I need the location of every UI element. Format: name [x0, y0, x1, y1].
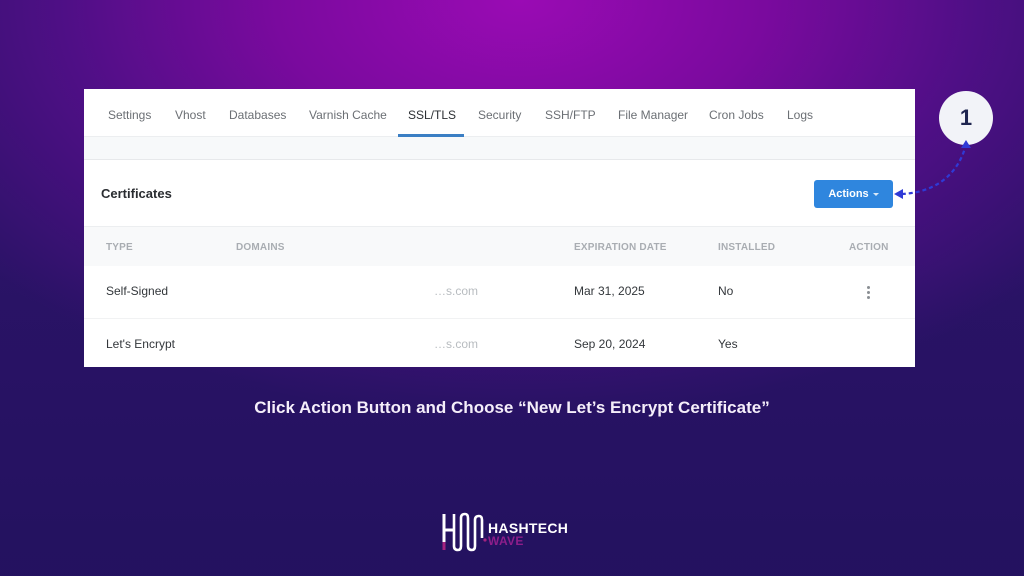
brand-logo: HASHTECH WAVE: [440, 508, 600, 554]
tab-ssl-tls[interactable]: SSL/TLS: [408, 108, 456, 122]
arrow-tail-head: [961, 140, 971, 148]
tab-cron-jobs[interactable]: Cron Jobs: [709, 108, 764, 122]
cell-expiration: Mar 31, 2025: [574, 284, 645, 298]
tab-ssh-ftp[interactable]: SSH/FTP: [545, 108, 596, 122]
cell-installed: Yes: [718, 337, 738, 351]
section-title: Certificates: [101, 186, 172, 201]
cell-expiration: Sep 20, 2024: [574, 337, 646, 351]
step-number-badge: 1: [939, 91, 993, 145]
tab-varnish-cache[interactable]: Varnish Cache: [309, 108, 387, 122]
tab-databases[interactable]: Databases: [229, 108, 286, 122]
cell-domain: …s.com: [434, 284, 479, 298]
table-row: Let's Encrypt …s.com Sep 20, 2024 Yes: [84, 318, 915, 367]
divider-band: [84, 137, 915, 160]
wave-logo-icon: [442, 512, 487, 552]
instruction-caption: Click Action Button and Choose “New Let’…: [254, 398, 770, 417]
table-row: Self-Signed …s.com Mar 31, 2025 No: [84, 266, 915, 318]
column-header-type[interactable]: TYPE: [106, 242, 133, 253]
brand-line1: HASHTECH: [488, 520, 569, 536]
column-header-action: ACTION: [849, 242, 889, 253]
tab-vhost[interactable]: Vhost: [175, 108, 206, 122]
tab-file-manager[interactable]: File Manager: [618, 108, 688, 122]
caret-down-icon: [872, 193, 879, 196]
actions-button-label: Actions: [828, 188, 869, 200]
actions-button[interactable]: Actions: [814, 180, 893, 208]
more-options-icon[interactable]: [864, 286, 872, 300]
tab-settings[interactable]: Settings: [108, 108, 151, 122]
column-header-expiration[interactable]: EXPIRATION DATE: [574, 242, 667, 253]
column-header-installed[interactable]: INSTALLED: [718, 242, 775, 253]
cell-type: Self-Signed: [106, 284, 169, 298]
column-header-domains[interactable]: DOMAINS: [236, 242, 285, 253]
brand-name: HASHTECH WAVE: [488, 521, 568, 547]
arrow-head: [894, 189, 903, 199]
cell-installed: No: [718, 284, 734, 298]
tab-security[interactable]: Security: [478, 108, 521, 122]
brand-line2: WAVE: [488, 534, 524, 548]
table-header: TYPE DOMAINS EXPIRATION DATE INSTALLED A…: [84, 226, 915, 266]
cell-domain: …s.com: [434, 337, 479, 351]
annotation-arrow-icon: [894, 140, 971, 199]
arrow-path: [901, 143, 968, 196]
tab-bar: Settings Vhost Databases Varnish Cache S…: [84, 89, 915, 137]
tab-logs[interactable]: Logs: [787, 108, 813, 122]
cell-type: Let's Encrypt: [106, 337, 175, 351]
hosting-panel: Settings Vhost Databases Varnish Cache S…: [84, 89, 915, 367]
